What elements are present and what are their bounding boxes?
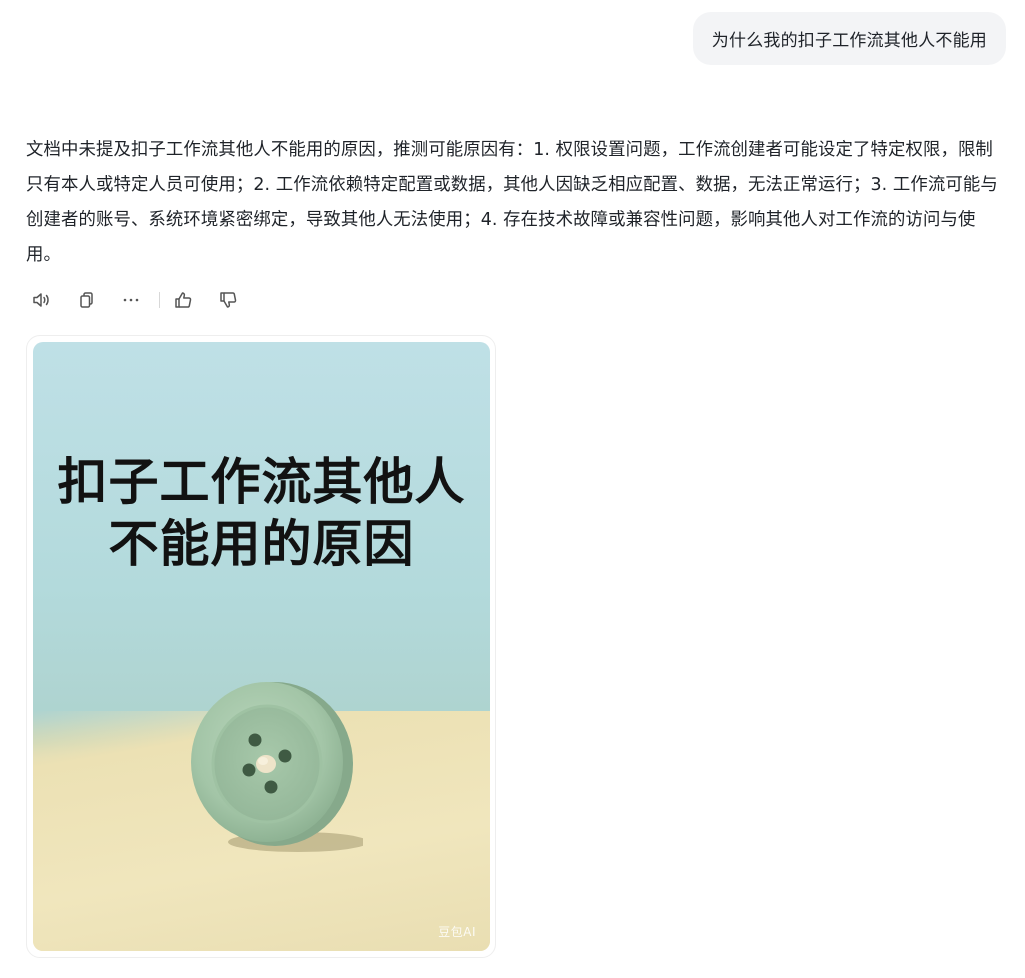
generated-image-card[interactable]: 扣子工作流其他人 不能用的原因 豆包AI xyxy=(26,335,496,958)
speaker-icon[interactable] xyxy=(26,285,56,315)
thumbs-up-icon[interactable] xyxy=(168,285,198,315)
poster-title-line1: 扣子工作流其他人 xyxy=(57,452,466,511)
poster-title-line2: 不能用的原因 xyxy=(108,514,415,573)
chat-page: 为什么我的扣子工作流其他人不能用 文档中未提及扣子工作流其他人不能用的原因，推测… xyxy=(0,0,1025,978)
user-message-bubble: 为什么我的扣子工作流其他人不能用 xyxy=(692,12,1006,65)
button-illustration xyxy=(191,682,363,852)
toolbar-divider xyxy=(159,292,160,308)
generated-image[interactable]: 扣子工作流其他人 不能用的原因 豆包AI xyxy=(33,342,490,951)
copy-icon[interactable] xyxy=(71,285,101,315)
thumbs-down-icon[interactable] xyxy=(213,285,243,315)
message-toolbar xyxy=(26,284,258,316)
more-icon[interactable] xyxy=(116,285,146,315)
assistant-answer: 文档中未提及扣子工作流其他人不能用的原因，推测可能原因有：1. 权限设置问题，工… xyxy=(26,140,998,265)
watermark: 豆包AI xyxy=(438,925,476,939)
